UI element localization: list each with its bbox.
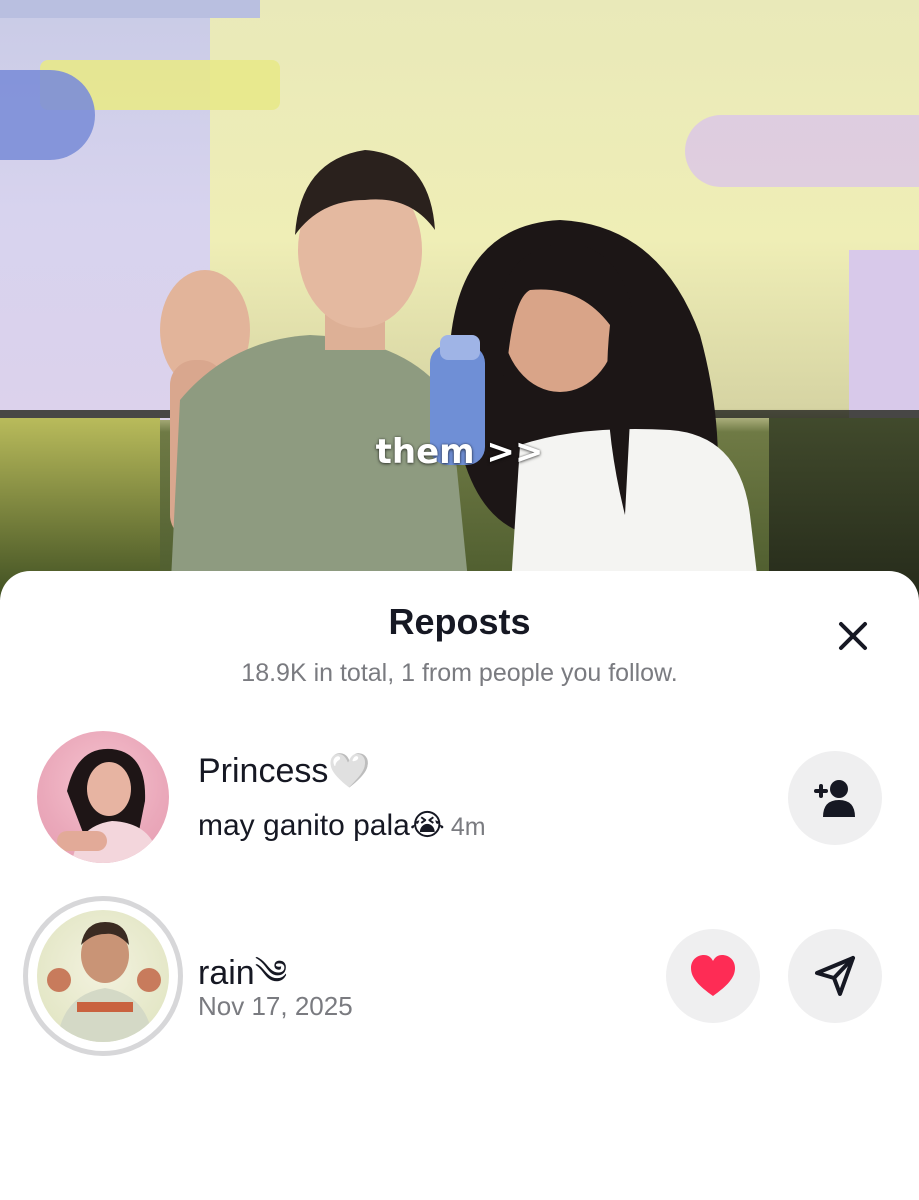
background-shape xyxy=(685,115,919,187)
background-stripe xyxy=(0,0,260,18)
heart-icon xyxy=(691,955,735,996)
repost-username[interactable]: Princess🤍 xyxy=(198,751,371,791)
repost-item[interactable]: rain༄ Nov 17, 2025 xyxy=(0,896,919,1056)
sheet-subtitle: 18.9K in total, 1 from people you follow… xyxy=(241,659,678,687)
background-shape xyxy=(849,250,919,420)
avatar[interactable] xyxy=(37,910,169,1042)
repost-date: Nov 17, 2025 xyxy=(198,991,353,1021)
add-friend-icon xyxy=(814,780,855,817)
background-shape xyxy=(0,70,95,160)
video-player[interactable]: them >> xyxy=(0,0,919,600)
video-caption: them >> xyxy=(375,432,544,472)
avatar-image xyxy=(57,748,159,863)
like-button[interactable] xyxy=(666,929,760,1023)
avatar[interactable] xyxy=(37,731,169,863)
repost-comment: may ganito pala😭 4m xyxy=(198,808,486,843)
sheet-title: Reposts xyxy=(388,601,531,642)
send-button[interactable] xyxy=(788,929,882,1023)
send-icon xyxy=(815,956,855,996)
repost-comment-text: may ganito pala😭 xyxy=(198,809,445,842)
close-icon xyxy=(839,622,867,650)
repost-item[interactable]: Princess🤍 may ganito pala😭 4m xyxy=(0,731,919,866)
close-button[interactable] xyxy=(828,611,878,661)
reposts-sheet: Reposts 18.9K in total, 1 from people yo… xyxy=(0,571,919,1200)
avatar-image xyxy=(47,922,161,1042)
repost-time: 4m xyxy=(450,813,486,841)
add-friend-button[interactable] xyxy=(788,751,882,845)
video-person-woman xyxy=(430,220,760,600)
